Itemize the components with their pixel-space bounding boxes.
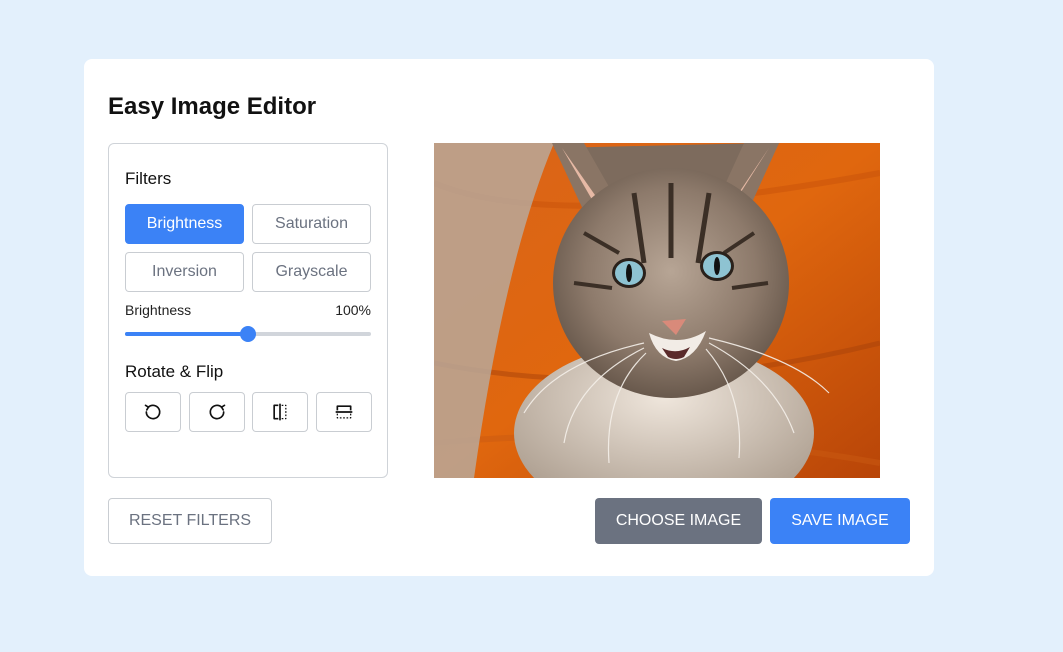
editor-card: Easy Image Editor Filters Brightness Sat… bbox=[84, 59, 934, 576]
rotate-right-button[interactable] bbox=[189, 392, 245, 432]
rotate-left-icon bbox=[144, 404, 161, 420]
filter-inversion-button[interactable]: Inversion bbox=[125, 252, 244, 292]
filter-brightness-button[interactable]: Brightness bbox=[125, 204, 244, 244]
choose-image-button[interactable]: CHOOSE IMAGE bbox=[595, 498, 762, 544]
slider-fill bbox=[125, 332, 248, 336]
rotate-flip-heading: Rotate & Flip bbox=[125, 362, 224, 381]
flip-vertical-icon bbox=[335, 405, 353, 419]
slider-value: 100% bbox=[335, 302, 371, 318]
flip-horizontal-button[interactable] bbox=[252, 392, 308, 432]
filters-heading: Filters bbox=[125, 169, 172, 188]
cat-photo bbox=[434, 143, 880, 478]
rotate-right-icon bbox=[209, 404, 226, 420]
controls-panel: Filters Brightness Saturation Inversion … bbox=[108, 143, 388, 478]
flip-horizontal-icon bbox=[273, 403, 287, 421]
slider-thumb[interactable] bbox=[240, 326, 256, 342]
flip-vertical-button[interactable] bbox=[316, 392, 372, 432]
filter-saturation-button[interactable]: Saturation bbox=[252, 204, 371, 244]
save-image-button[interactable]: SAVE IMAGE bbox=[770, 498, 910, 544]
slider-label: Brightness bbox=[125, 302, 192, 318]
reset-filters-button[interactable]: RESET FILTERS bbox=[108, 498, 272, 544]
image-preview bbox=[434, 143, 880, 478]
brightness-slider[interactable] bbox=[125, 326, 371, 342]
page-title: Easy Image Editor bbox=[108, 93, 317, 120]
rotate-left-button[interactable] bbox=[125, 392, 181, 432]
filter-grayscale-button[interactable]: Grayscale bbox=[252, 252, 371, 292]
